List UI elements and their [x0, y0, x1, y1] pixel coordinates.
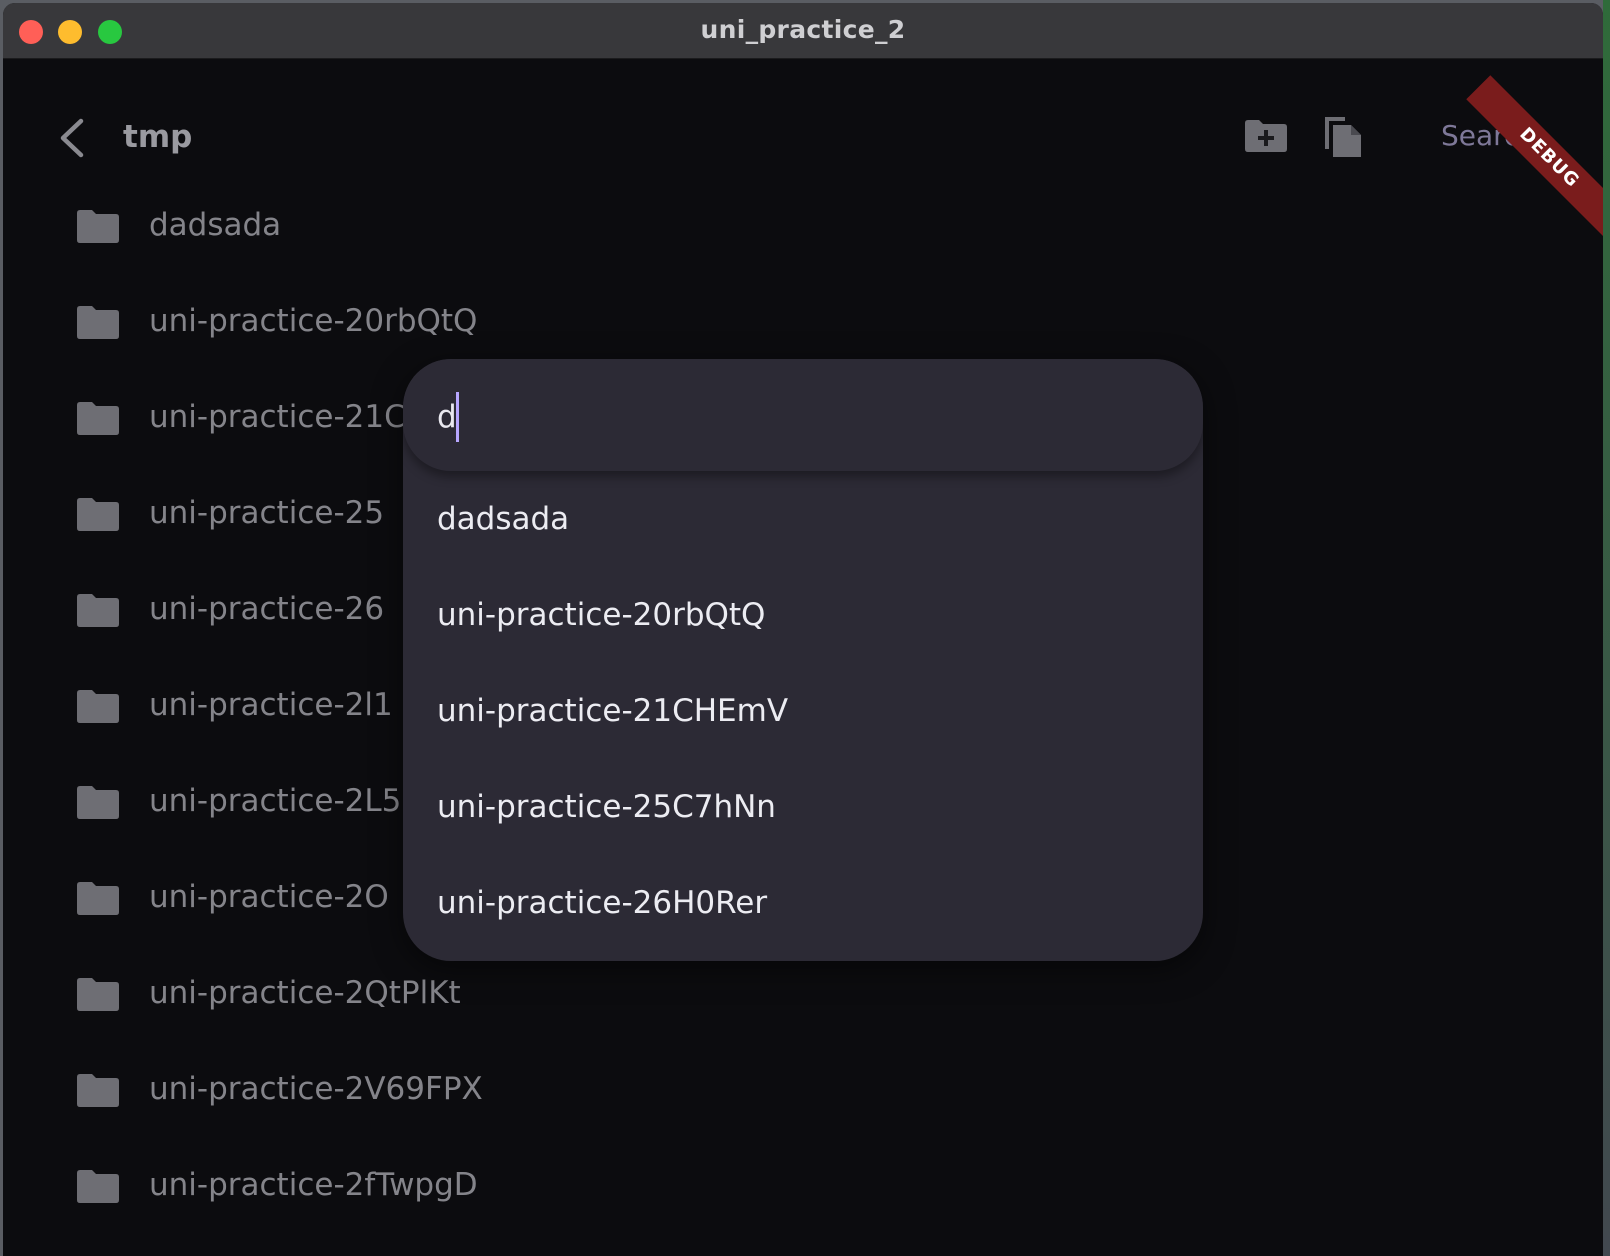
search-query: d — [437, 399, 457, 435]
suggestion-item[interactable]: uni-practice-26H0Rer — [437, 885, 767, 921]
folder-icon — [77, 978, 119, 1011]
folder-icon — [77, 1074, 119, 1107]
copy-file-icon — [1325, 117, 1361, 157]
suggestion-item[interactable]: dadsada — [437, 501, 569, 537]
window-title: uni_practice_2 — [700, 15, 906, 44]
title-bar: uni_practice_2 — [3, 3, 1603, 59]
folder-icon — [77, 594, 119, 627]
back-button[interactable] — [53, 113, 93, 163]
list-item[interactable]: uni-practice-2fTwpgD — [3, 1143, 1603, 1239]
file-name: uni-practice-25 — [149, 495, 385, 531]
current-directory-title: tmp — [123, 119, 193, 155]
file-name: uni-practice-26 — [149, 591, 385, 627]
list-item[interactable]: uni-practice-2QtPlKt — [3, 951, 1603, 1047]
file-name: dadsada — [149, 207, 282, 243]
folder-icon — [77, 690, 119, 723]
folder-icon — [77, 1170, 119, 1203]
app-window: uni_practice_2 tmp Search DEBUG dadsada … — [3, 3, 1603, 1256]
folder-icon — [77, 306, 119, 339]
file-name: uni-practice-2l1 — [149, 687, 393, 723]
file-name: uni-practice-2L5 — [149, 783, 402, 819]
file-name: uni-practice-2O — [149, 879, 389, 915]
suggestion-item[interactable]: uni-practice-21CHEmV — [437, 693, 788, 729]
folder-icon — [77, 786, 119, 819]
file-name: uni-practice-2QtPlKt — [149, 975, 461, 1011]
list-item[interactable]: uni-practice-2V69FPX — [3, 1047, 1603, 1143]
list-item[interactable]: dadsada — [3, 183, 1603, 279]
file-name: uni-practice-2V69FPX — [149, 1071, 483, 1107]
file-name: uni-practice-21C — [149, 399, 406, 435]
copy-button[interactable] — [1319, 111, 1369, 161]
file-name: uni-practice-2fTwpgD — [149, 1167, 478, 1203]
text-caret — [456, 392, 459, 442]
desktop-edge — [1603, 0, 1610, 1256]
folder-icon — [77, 210, 119, 243]
folder-icon — [77, 402, 119, 435]
search-popup: d dadsada uni-practice-20rbQtQ uni-pract… — [403, 359, 1203, 961]
folder-icon — [77, 498, 119, 531]
chevron-left-icon — [60, 118, 84, 158]
create-folder-icon — [1245, 120, 1287, 152]
file-name: uni-practice-20rbQtQ — [149, 303, 478, 339]
suggestion-item[interactable]: uni-practice-25C7hNn — [437, 789, 776, 825]
search-input[interactable]: d — [403, 359, 1203, 471]
suggestion-item[interactable]: uni-practice-20rbQtQ — [437, 597, 765, 633]
new-folder-button[interactable] — [1241, 111, 1291, 161]
folder-icon — [77, 882, 119, 915]
